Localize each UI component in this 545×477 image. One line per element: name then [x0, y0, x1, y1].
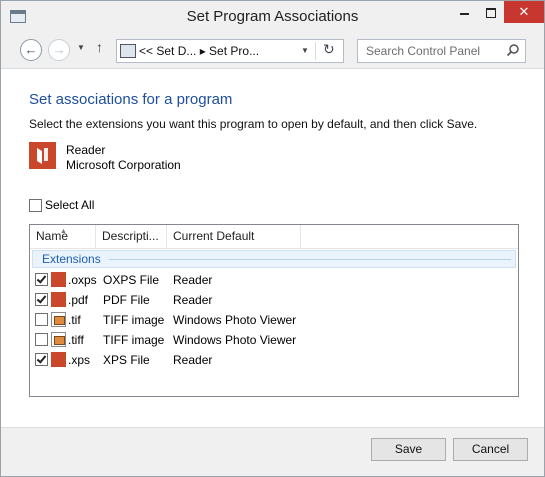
row-checkbox[interactable]: [35, 273, 48, 286]
refresh-button[interactable]: ↻: [323, 41, 335, 58]
row-checkbox[interactable]: [35, 293, 48, 306]
extension-name: .xps: [68, 353, 91, 367]
select-all-box[interactable]: [29, 199, 42, 212]
list-item-tiff[interactable]: .tiff TIFF image Windows Photo Viewer: [30, 330, 518, 350]
minimize-icon: [459, 12, 469, 15]
column-header-current-default[interactable]: Current Default: [167, 225, 301, 248]
extension-name: .tiff: [68, 333, 84, 347]
search-box[interactable]: Search Control Panel: [357, 39, 526, 63]
address-divider: [315, 42, 316, 60]
current-default: Reader: [173, 353, 213, 367]
set-program-associations-window: Set Program Associations ✕ ← → ▼ ↑ << Se…: [0, 0, 545, 477]
extension-name: .tif: [68, 313, 81, 327]
extensions-list[interactable]: ▲ Name Descripti... Current Default Exte…: [29, 224, 519, 397]
reader-glyph-icon: [37, 148, 48, 164]
extension-description: TIFF image: [103, 333, 165, 347]
title-bar: Set Program Associations ✕: [1, 1, 544, 32]
cancel-button[interactable]: Cancel: [453, 438, 528, 461]
reader-icon: [51, 272, 66, 287]
recent-locations-dropdown-icon[interactable]: ▼: [77, 43, 85, 52]
control-panel-icon: [120, 44, 136, 58]
up-arrow-icon: ↑: [96, 39, 103, 55]
extension-description: OXPS File: [103, 273, 160, 287]
group-divider: [109, 259, 511, 260]
save-button[interactable]: Save: [371, 438, 446, 461]
breadcrumb[interactable]: << Set D... ▸ Set Pro...: [139, 44, 259, 58]
dialog-footer: Save Cancel: [1, 427, 544, 476]
minimize-button[interactable]: [451, 1, 477, 23]
extension-description: XPS File: [103, 353, 150, 367]
reader-app-icon: [29, 142, 56, 169]
row-checkbox[interactable]: [35, 333, 48, 346]
maximize-icon: [486, 7, 496, 18]
search-input[interactable]: Search Control Panel: [366, 44, 480, 58]
row-checkbox[interactable]: [35, 353, 48, 366]
program-name: Reader: [66, 143, 106, 157]
extension-name: .pdf: [68, 293, 89, 307]
page-title: Set associations for a program: [29, 91, 233, 108]
list-item-xps[interactable]: .xps XPS File Reader: [30, 350, 518, 370]
back-button[interactable]: ←: [20, 39, 42, 61]
extension-name: .oxps: [68, 273, 97, 287]
back-arrow-icon: ←: [24, 42, 38, 57]
list-item-pdf[interactable]: .pdf PDF File Reader: [30, 290, 518, 310]
current-default: Reader: [173, 273, 213, 287]
photo-viewer-icon: [51, 332, 66, 347]
close-icon: ✕: [518, 4, 530, 19]
close-button[interactable]: ✕: [504, 1, 544, 23]
select-all-label[interactable]: Select All: [45, 198, 94, 212]
list-header: ▲ Name Descripti... Current Default: [30, 225, 518, 249]
address-bar[interactable]: << Set D... ▸ Set Pro... ▼ ↻: [116, 39, 344, 63]
column-header-name[interactable]: ▲ Name: [30, 225, 96, 248]
forward-button[interactable]: →: [48, 39, 70, 61]
reader-icon: [51, 352, 66, 367]
address-dropdown-icon[interactable]: ▼: [301, 46, 309, 55]
current-default: Windows Photo Viewer: [173, 313, 297, 327]
sort-ascending-icon: ▲: [60, 228, 67, 235]
row-checkbox[interactable]: [35, 313, 48, 326]
up-button[interactable]: ↑: [96, 39, 103, 55]
extension-description: TIFF image: [103, 313, 165, 327]
current-default: Windows Photo Viewer: [173, 333, 297, 347]
forward-arrow-icon: →: [52, 42, 66, 57]
list-item-tif[interactable]: .tif TIFF image Windows Photo Viewer: [30, 310, 518, 330]
list-item-oxps[interactable]: .oxps OXPS File Reader: [30, 270, 518, 290]
column-header-description[interactable]: Descripti...: [96, 225, 167, 248]
navigation-bar: ← → ▼ ↑ << Set D... ▸ Set Pro... ▼ ↻ Sea…: [1, 32, 544, 68]
search-icon[interactable]: [506, 43, 520, 57]
current-default: Reader: [173, 293, 213, 307]
photo-viewer-icon: [51, 312, 66, 327]
group-header-extensions[interactable]: Extensions: [32, 250, 516, 268]
program-vendor: Microsoft Corporation: [66, 158, 181, 172]
instruction-text: Select the extensions you want this prog…: [29, 117, 478, 131]
group-label: Extensions: [42, 252, 101, 266]
extension-description: PDF File: [103, 293, 150, 307]
reader-icon: [51, 292, 66, 307]
refresh-icon: ↻: [323, 41, 335, 57]
main-content: Set associations for a program Select th…: [1, 68, 544, 428]
maximize-button[interactable]: [478, 1, 504, 23]
